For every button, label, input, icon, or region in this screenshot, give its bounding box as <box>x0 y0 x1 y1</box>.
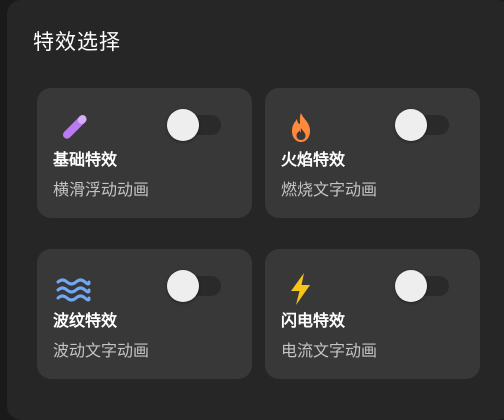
toggle-knob <box>395 270 427 302</box>
effects-panel: 特效选择 基础特效 横滑浮动动画 火焰特效 燃烧文字动画 波纹特效 波动文字动画… <box>7 0 504 420</box>
flame-icon <box>283 110 319 146</box>
toggle-basic[interactable] <box>167 109 221 141</box>
effect-name: 波纹特效 <box>53 311 118 330</box>
effect-card-basic[interactable]: 基础特效 横滑浮动动画 <box>37 88 252 218</box>
waves-icon <box>55 271 91 307</box>
toggle-lightning[interactable] <box>395 270 449 302</box>
magic-wand-icon <box>55 110 91 146</box>
effect-name: 火焰特效 <box>281 150 346 169</box>
effect-description: 波动文字动画 <box>53 341 150 360</box>
effect-card-lightning[interactable]: 闪电特效 电流文字动画 <box>265 249 480 379</box>
toggle-knob <box>167 109 199 141</box>
effect-name: 闪电特效 <box>281 311 346 330</box>
effect-card-fire[interactable]: 火焰特效 燃烧文字动画 <box>265 88 480 218</box>
effect-description: 横滑浮动动画 <box>53 180 150 199</box>
effect-description: 电流文字动画 <box>281 341 378 360</box>
lightning-icon <box>283 271 319 307</box>
effect-card-wave[interactable]: 波纹特效 波动文字动画 <box>37 249 252 379</box>
toggle-knob <box>395 109 427 141</box>
effect-name: 基础特效 <box>53 150 118 169</box>
toggle-fire[interactable] <box>395 109 449 141</box>
panel-title: 特效选择 <box>33 30 121 54</box>
effect-description: 燃烧文字动画 <box>281 180 378 199</box>
toggle-wave[interactable] <box>167 270 221 302</box>
toggle-knob <box>167 270 199 302</box>
